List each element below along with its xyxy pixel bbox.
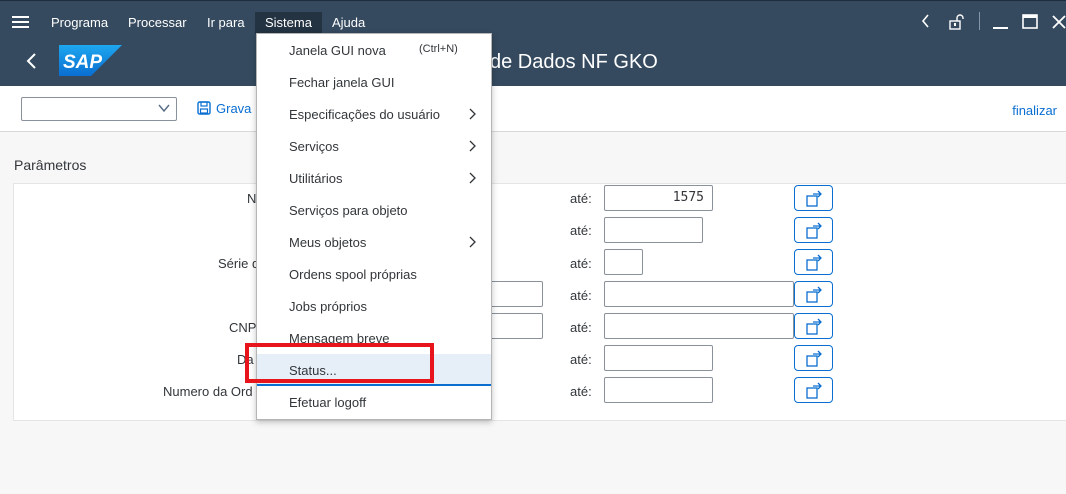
menu-item-servicos-para-objeto[interactable]: Serviços para objeto [257,194,491,226]
multiple-selection-button[interactable] [794,281,833,307]
chevron-right-icon [469,140,476,152]
menu-item-especificacoes-usuario[interactable]: Especificações do usuário [257,98,491,130]
menu-item-label: Utilitários [289,171,343,186]
toolbar: Grava finalizar [0,86,1066,132]
back-icon[interactable] [22,50,42,72]
menu-item-label: Meus objetos [289,235,367,250]
close-icon[interactable] [1052,14,1066,34]
multiple-selection-icon [806,350,822,367]
from-value-input[interactable] [490,281,543,307]
menu-item-ordens-spool[interactable]: Ordens spool próprias [257,258,491,290]
multiple-selection-button[interactable] [794,313,833,339]
exit-button[interactable]: finalizar [1012,103,1057,118]
multiple-selection-icon [806,190,822,207]
menu-icon[interactable] [12,16,29,28]
title-bar: SAP de Dados NF GKO [0,36,1066,86]
menu-item-meus-objetos[interactable]: Meus objetos [257,226,491,258]
save-label: Grava [216,101,252,116]
param-label: N [247,191,257,206]
menu-item-efetuar-logoff[interactable]: Efetuar logoff [257,386,491,418]
chevron-down-icon [158,104,170,113]
multiple-selection-button[interactable] [794,345,833,371]
param-label: CNP [229,320,257,335]
menu-item-label: Serviços [289,139,339,154]
ate-label: até: [570,191,592,206]
param-label: Numero da Ord [163,384,253,399]
menu-processar[interactable]: Processar [128,15,187,31]
menu-item-label: Janela GUI nova [289,43,386,58]
to-value-input[interactable] [604,345,713,371]
chevron-right-icon [469,108,476,120]
menu-item-label: Ordens spool próprias [289,267,417,282]
multiple-selection-icon [806,254,822,271]
menu-bar: Programa Processar Ir para Sistema Ajuda [0,0,1066,36]
page-title: de Dados NF GKO [490,51,658,73]
ate-label: até: [570,256,592,271]
menu-item-servicos[interactable]: Serviços [257,130,491,162]
minimize-icon[interactable] [993,14,1009,34]
variant-select[interactable] [21,97,177,121]
save-button[interactable]: Grava [197,101,251,116]
maximize-icon[interactable] [1022,14,1038,34]
to-value-input[interactable] [604,377,713,403]
menu-ajuda[interactable]: Ajuda [332,15,365,31]
param-label: Série d [218,256,260,271]
ate-label: até: [570,352,592,367]
multiple-selection-button[interactable] [794,185,833,211]
ate-label: até: [570,223,592,238]
menu-item-utilitarios[interactable]: Utilitários [257,162,491,194]
svg-text:SAP: SAP [63,52,102,73]
menu-sistema[interactable]: Sistema [255,12,322,34]
to-value-input[interactable] [604,281,794,307]
menu-item-label: Efetuar logoff [289,395,367,410]
divider [979,12,980,30]
menu-item-jobs-proprios[interactable]: Jobs próprios [257,290,491,322]
to-value-input[interactable]: 1575 [604,185,713,211]
sap-gui-window: Programa Processar Ir para Sistema Ajuda [0,0,1066,494]
multiple-selection-button[interactable] [794,217,833,243]
multiple-selection-icon [806,222,822,239]
to-value-input[interactable] [604,217,703,243]
menu-item-label: Jobs próprios [289,299,368,314]
multiple-selection-button[interactable] [794,249,833,275]
shortcut-label: (Ctrl+N) [419,43,458,55]
menu-programa[interactable]: Programa [51,15,108,31]
lock-icon[interactable] [948,14,966,34]
to-value-input[interactable] [604,249,643,275]
menu-item-label: Serviços para objeto [289,203,408,218]
multiple-selection-icon [806,382,822,399]
ate-label: até: [570,384,592,399]
menu-item-janela-gui-nova[interactable]: Janela GUI nova (Ctrl+N) [257,34,491,66]
menu-ir-para[interactable]: Ir para [207,15,245,31]
chevron-right-icon [469,172,476,184]
sap-logo: SAP [59,45,122,76]
multiple-selection-icon [806,318,822,335]
multiple-selection-button[interactable] [794,377,833,403]
save-icon [197,101,211,115]
chevron-left-icon[interactable] [921,14,931,32]
ate-label: até: [570,288,592,303]
menu-item-label: Especificações do usuário [289,107,441,122]
from-value-input[interactable] [490,313,543,339]
to-value-input[interactable] [604,313,794,339]
menu-item-fechar-janela-gui[interactable]: Fechar janela GUI [257,66,491,98]
menu-item-label: Fechar janela GUI [289,75,395,90]
ate-label: até: [570,320,592,335]
chevron-right-icon [469,236,476,248]
highlight-annotation-box [245,343,434,383]
multiple-selection-icon [806,286,822,303]
section-title: Parâmetros [14,157,87,173]
